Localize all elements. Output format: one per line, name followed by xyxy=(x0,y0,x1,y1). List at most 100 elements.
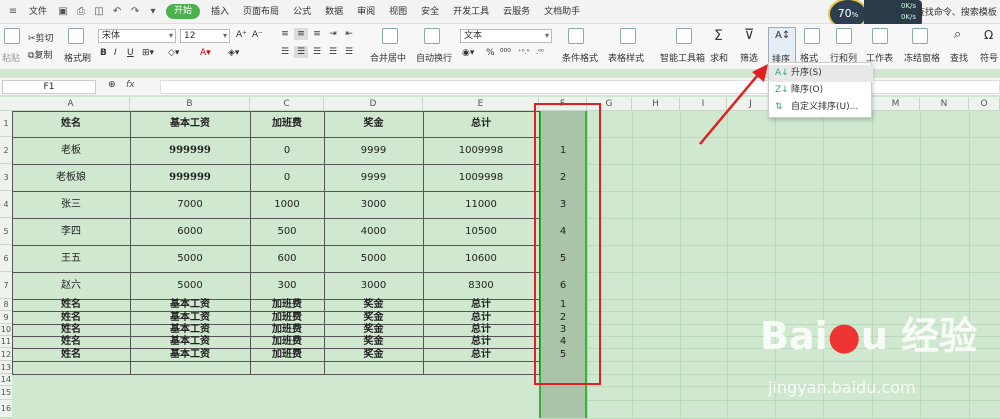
tab-security[interactable]: 安全 xyxy=(414,0,446,24)
cut-button[interactable]: ✂剪切 xyxy=(28,31,54,44)
row-header-11[interactable]: 11 xyxy=(0,336,12,348)
table-cell[interactable]: 基本工资 xyxy=(130,299,250,311)
outdent-icon[interactable]: ⇤ xyxy=(342,28,356,40)
row-header-4[interactable]: 4 xyxy=(0,191,12,218)
clear-icon[interactable]: ◈▾ xyxy=(228,48,239,58)
table-cell[interactable]: 5000 xyxy=(130,272,250,299)
paste-icon[interactable] xyxy=(4,28,20,44)
symbol-button[interactable]: 符号 xyxy=(980,51,998,64)
table-cell[interactable]: 奖金 xyxy=(324,311,423,324)
row-header-13[interactable]: 13 xyxy=(0,361,12,374)
row-header-6[interactable]: 6 xyxy=(0,245,12,272)
column-header-b[interactable]: B xyxy=(130,97,250,111)
name-box[interactable]: F1 xyxy=(2,80,96,94)
column-header-h[interactable]: H xyxy=(632,97,680,111)
table-cell[interactable]: 3000 xyxy=(324,191,423,218)
table-cell[interactable]: 999999 xyxy=(130,164,250,191)
column-header-d[interactable]: D xyxy=(324,97,423,111)
currency-icon[interactable]: ◉▾ xyxy=(462,48,474,58)
table-style-button[interactable]: 表格样式 xyxy=(608,51,644,64)
table-cell[interactable]: 加班费 xyxy=(250,311,324,324)
table-cell[interactable]: 500 xyxy=(250,218,324,245)
border-icon[interactable]: ⊞▾ xyxy=(142,48,154,58)
table-cell[interactable]: 600 xyxy=(250,245,324,272)
find-button[interactable]: 查找 xyxy=(950,51,968,64)
table-cell[interactable]: 奖金 xyxy=(324,336,423,348)
paste-button[interactable]: 粘贴 xyxy=(2,51,20,64)
font-color-icon[interactable]: A▾ xyxy=(200,48,211,58)
row-header-7[interactable]: 7 xyxy=(0,272,12,299)
format-painter-button[interactable]: 格式刷 xyxy=(64,51,91,64)
table-cell[interactable]: 4000 xyxy=(324,218,423,245)
table-cell[interactable]: 1009998 xyxy=(423,164,539,191)
table-cell[interactable]: 8300 xyxy=(423,272,539,299)
tab-doc-assistant[interactable]: 文档助手 xyxy=(537,0,587,24)
copy-button[interactable]: ⧉复制 xyxy=(28,48,52,61)
conditional-format-icon[interactable] xyxy=(568,28,584,44)
table-cell[interactable]: 奖金 xyxy=(324,348,423,361)
row-header-14[interactable]: 14 xyxy=(0,374,12,386)
underline-icon[interactable]: U xyxy=(127,48,134,58)
table-header-cell[interactable]: 加班费 xyxy=(250,111,324,137)
fx-icon[interactable]: fx xyxy=(126,80,135,90)
table-cell[interactable]: 总计 xyxy=(423,348,539,361)
row-col-icon[interactable] xyxy=(836,28,852,44)
row-header-1[interactable]: 1 xyxy=(0,111,12,137)
save-icon[interactable]: ▣ xyxy=(57,6,69,18)
row-header-16[interactable]: 16 xyxy=(0,400,12,418)
justify-icon[interactable]: ☰ xyxy=(326,46,340,58)
tab-view[interactable]: 视图 xyxy=(382,0,414,24)
column-header-o[interactable]: O xyxy=(969,97,1000,111)
table-cell[interactable]: 7000 xyxy=(130,191,250,218)
wrap-text-button[interactable]: 自动换行 xyxy=(416,51,452,64)
tab-formula[interactable]: 公式 xyxy=(286,0,318,24)
align-right-icon[interactable]: ☰ xyxy=(310,46,324,58)
tab-review[interactable]: 审阅 xyxy=(350,0,382,24)
table-cell[interactable]: 加班费 xyxy=(250,336,324,348)
table-cell[interactable]: 奖金 xyxy=(324,299,423,311)
table-cell[interactable]: 300 xyxy=(250,272,324,299)
table-cell[interactable]: 姓名 xyxy=(12,324,130,336)
print-icon[interactable]: ⎙ xyxy=(75,6,87,18)
table-cell[interactable]: 3000 xyxy=(324,272,423,299)
filter-icon[interactable]: ⊽ xyxy=(744,27,754,43)
tab-page-layout[interactable]: 页面布局 xyxy=(236,0,286,24)
merge-center-button[interactable]: 合并居中 xyxy=(370,51,406,64)
dropdown-icon[interactable]: ▾ xyxy=(147,6,159,18)
preview-icon[interactable]: ◫ xyxy=(93,6,105,18)
row-header-5[interactable]: 5 xyxy=(0,218,12,245)
align-center-icon[interactable]: ☰ xyxy=(294,46,308,58)
table-header-cell[interactable]: 姓名 xyxy=(12,111,130,137)
table-cell[interactable]: 李四 xyxy=(12,218,130,245)
row-header-9[interactable]: 9 xyxy=(0,311,12,324)
table-cell[interactable]: 姓名 xyxy=(12,299,130,311)
thousands-icon[interactable]: ⁰⁰⁰ xyxy=(500,48,511,58)
fill-color-icon[interactable]: ◇▾ xyxy=(168,48,179,58)
row-header-12[interactable]: 12 xyxy=(0,348,12,361)
row-header-3[interactable]: 3 xyxy=(0,164,12,191)
undo-icon[interactable]: ↶ xyxy=(111,6,123,18)
tab-developer[interactable]: 开发工具 xyxy=(446,0,496,24)
row-header-8[interactable]: 8 xyxy=(0,299,12,311)
table-cell[interactable]: 奖金 xyxy=(324,324,423,336)
font-size-select[interactable]: 12 xyxy=(180,29,230,43)
table-cell[interactable]: 10500 xyxy=(423,218,539,245)
table-cell[interactable]: 总计 xyxy=(423,311,539,324)
increase-decimal-icon[interactable]: ⁺⁰.⁰ xyxy=(518,48,530,56)
table-cell[interactable]: 10600 xyxy=(423,245,539,272)
tab-cloud[interactable]: 云服务 xyxy=(496,0,537,24)
worksheet-icon[interactable] xyxy=(872,28,888,44)
tab-home[interactable]: 开始 xyxy=(166,4,201,19)
table-cell[interactable]: 加班费 xyxy=(250,299,324,311)
table-cell[interactable]: 6000 xyxy=(130,218,250,245)
custom-sort-item[interactable]: ⇅ 自定义排序(U)... xyxy=(769,99,873,116)
row-header-2[interactable]: 2 xyxy=(0,137,12,164)
sum-icon[interactable]: Σ xyxy=(714,28,723,44)
font-shrink-icon[interactable]: A⁻ xyxy=(252,30,263,40)
table-cell[interactable]: 总计 xyxy=(423,324,539,336)
table-cell[interactable]: 姓名 xyxy=(12,336,130,348)
table-cell[interactable]: 老板 xyxy=(12,137,130,164)
table-cell[interactable]: 姓名 xyxy=(12,311,130,324)
decrease-decimal-icon[interactable]: .⁰⁰ xyxy=(536,48,544,56)
table-cell[interactable]: 11000 xyxy=(423,191,539,218)
